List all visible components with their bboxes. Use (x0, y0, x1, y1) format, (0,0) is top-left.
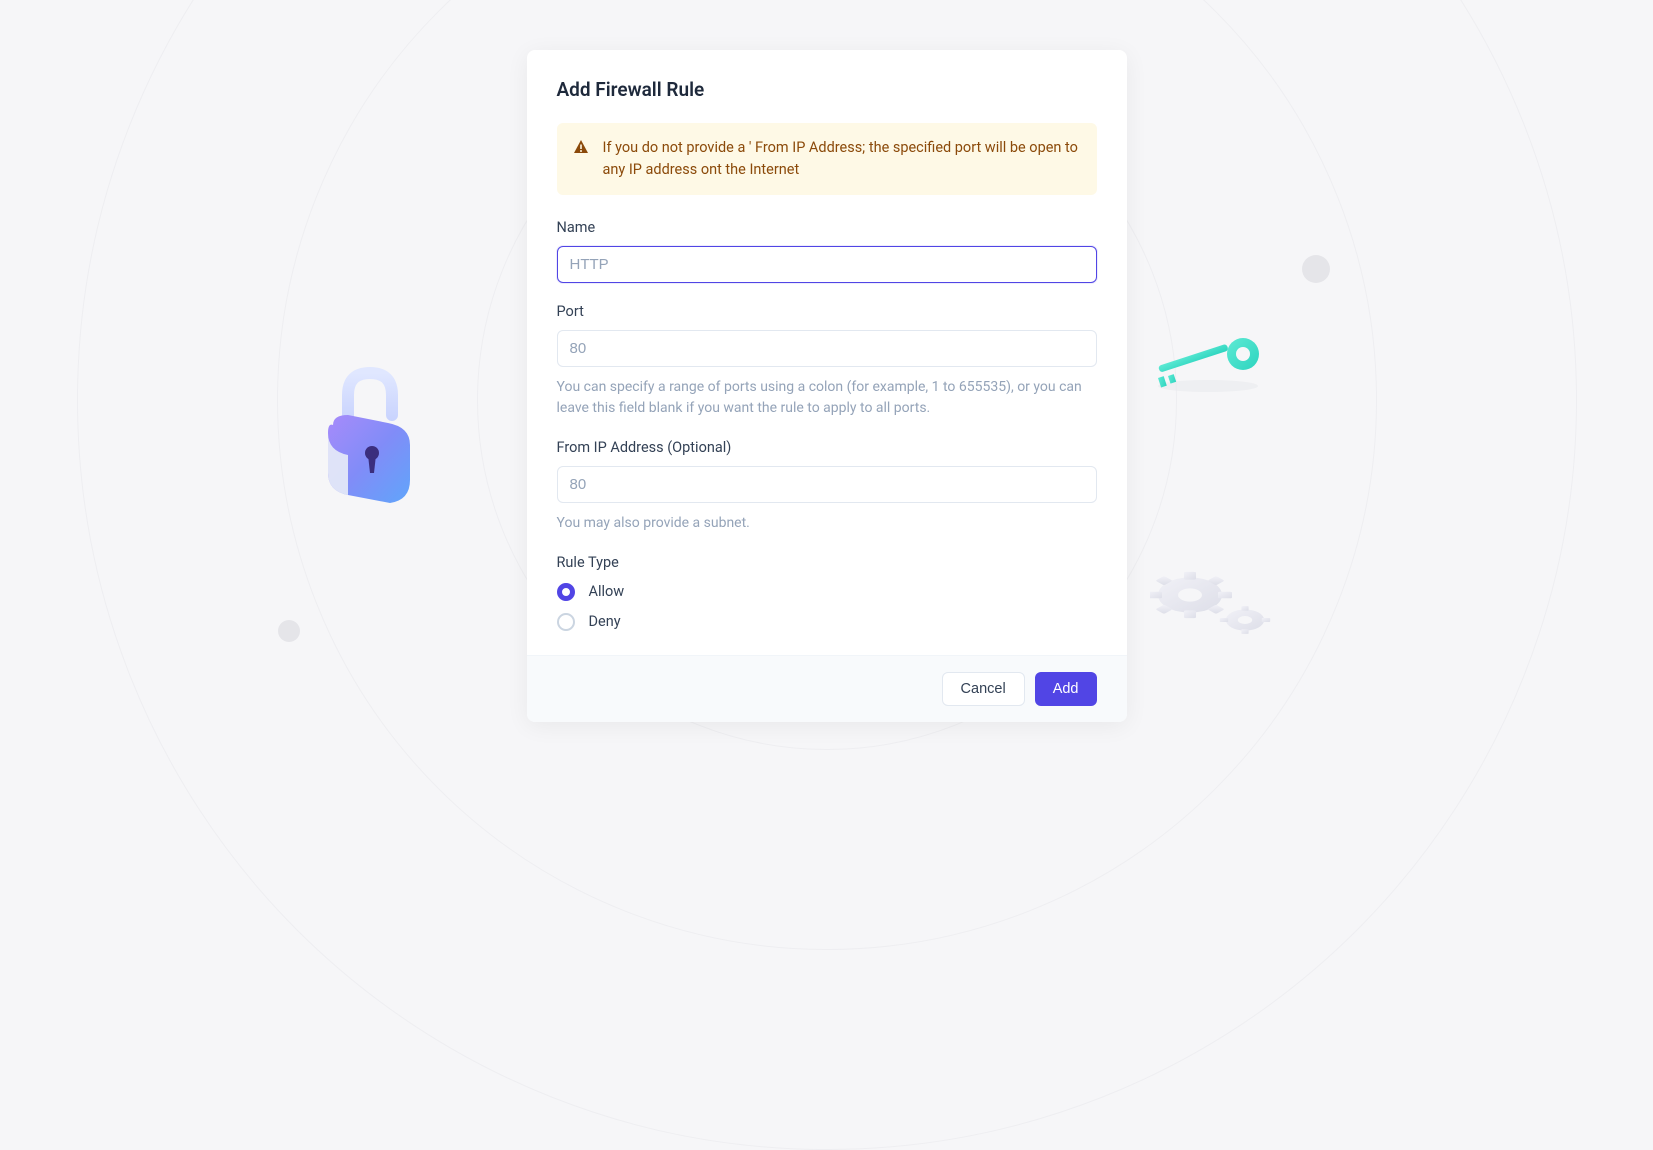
modal-footer: Cancel Add (527, 655, 1127, 722)
radio-deny-label: Deny (589, 613, 621, 630)
rule-type-radios: Allow Deny (557, 583, 1097, 631)
modal-body: Add Firewall Rule If you do not provide … (527, 50, 1127, 655)
radio-allow[interactable]: Allow (557, 583, 1097, 601)
port-input[interactable] (557, 330, 1097, 367)
gears-icon (1150, 560, 1280, 650)
radio-circle-icon (557, 613, 575, 631)
from-ip-group: From IP Address (Optional) You may also … (557, 439, 1097, 534)
from-ip-input[interactable] (557, 466, 1097, 503)
name-input[interactable] (557, 246, 1097, 283)
add-firewall-rule-modal: Add Firewall Rule If you do not provide … (527, 50, 1127, 722)
name-label: Name (557, 219, 1097, 236)
bg-dot (278, 620, 300, 642)
warning-icon (573, 139, 589, 155)
alert-text: If you do not provide a ' From IP Addres… (603, 137, 1081, 181)
radio-deny[interactable]: Deny (557, 613, 1097, 631)
rule-type-label: Rule Type (557, 554, 1097, 571)
port-label: Port (557, 303, 1097, 320)
modal-title: Add Firewall Rule (557, 78, 1097, 101)
radio-circle-icon (557, 583, 575, 601)
warning-alert: If you do not provide a ' From IP Addres… (557, 123, 1097, 195)
name-group: Name (557, 219, 1097, 283)
radio-allow-label: Allow (589, 583, 625, 600)
rule-type-group: Rule Type Allow Deny (557, 554, 1097, 631)
port-group: Port You can specify a range of ports us… (557, 303, 1097, 419)
from-ip-help: You may also provide a subnet. (557, 513, 1097, 534)
key-icon (1148, 336, 1268, 396)
lock-icon (318, 365, 418, 515)
from-ip-label: From IP Address (Optional) (557, 439, 1097, 456)
bg-dot (1302, 255, 1330, 283)
port-help: You can specify a range of ports using a… (557, 377, 1097, 419)
cancel-button[interactable]: Cancel (942, 672, 1025, 706)
add-button[interactable]: Add (1035, 672, 1097, 706)
